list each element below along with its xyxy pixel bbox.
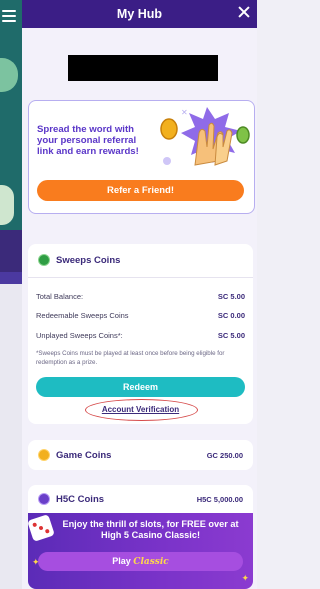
row-value: SC 5.00 xyxy=(217,292,245,301)
background-decoration xyxy=(0,272,22,284)
hub-panel: My Hub Spread the word with your persona… xyxy=(22,0,257,589)
game-title-row: Game Coins xyxy=(38,449,111,461)
row-value: SC 0.00 xyxy=(217,311,245,320)
classic-label: Classic xyxy=(133,557,169,567)
row-label: Unplayed Sweeps Coins*: xyxy=(36,331,123,340)
row-label: Redeemable Sweeps Coins xyxy=(36,311,129,320)
sweeps-title-row: Sweeps Coins xyxy=(38,254,120,266)
sparkle-icon: ✦ xyxy=(241,573,249,583)
game-title: Game Coins xyxy=(56,449,112,461)
h5c-title: H5C Coins xyxy=(56,493,105,505)
close-icon[interactable] xyxy=(237,5,251,19)
unplayed-row: Unplayed Sweeps Coins*: SC 5.00 xyxy=(36,331,245,340)
high-five-illustration: ✕ xyxy=(160,107,250,166)
background-decoration xyxy=(0,185,14,225)
h5c-title-row: H5C Coins xyxy=(38,493,104,505)
balance-row: Total Balance: SC 5.00 xyxy=(36,292,245,301)
panel-header: My Hub xyxy=(22,0,257,28)
game-coins-card: Game Coins GC 250.00 xyxy=(28,440,253,470)
h5c-coin-icon xyxy=(38,493,50,505)
referral-text: Spread the word with your personal refer… xyxy=(37,124,139,157)
sweeps-note: *Sweeps Coins must be played at least on… xyxy=(36,350,225,366)
redacted-username xyxy=(68,55,218,81)
row-label: Total Balance: xyxy=(36,292,84,301)
dice-icon xyxy=(28,514,55,542)
sweeps-coin-icon xyxy=(38,254,50,266)
h5c-coins-value: H5C 5,000.00 xyxy=(196,495,243,504)
game-coins-value: GC 250.00 xyxy=(206,451,243,460)
classic-promo-banner: ✦ ✦ Enjoy the thrill of slots, for FREE … xyxy=(28,513,253,589)
game-coin-icon xyxy=(38,449,50,461)
menu-icon[interactable] xyxy=(2,10,16,22)
play-label: Play xyxy=(112,556,131,566)
panel-title: My Hub xyxy=(116,7,163,21)
background-decoration xyxy=(0,230,22,272)
redeemable-row: Redeemable Sweeps Coins SC 0.00 xyxy=(36,311,245,320)
h5c-coins-card: H5C Coins H5C 5,000.00 ✦ ✦ Enjoy the thr… xyxy=(28,485,253,589)
redeem-button[interactable]: Redeem xyxy=(36,377,245,397)
sweeps-title: Sweeps Coins xyxy=(56,254,121,266)
play-classic-button[interactable]: Play Classic xyxy=(38,552,243,571)
promo-text: Enjoy the thrill of slots, for FREE over… xyxy=(62,519,239,540)
divider xyxy=(28,277,253,278)
referral-card: Spread the word with your personal refer… xyxy=(28,100,255,214)
account-verification-link[interactable]: Account Verification xyxy=(28,405,253,414)
row-value: SC 5.00 xyxy=(217,331,245,340)
svg-text:✕: ✕ xyxy=(181,108,188,117)
refer-friend-button[interactable]: Refer a Friend! xyxy=(37,180,244,201)
sweeps-coins-card: Sweeps Coins Total Balance: SC 5.00 Rede… xyxy=(28,244,253,424)
